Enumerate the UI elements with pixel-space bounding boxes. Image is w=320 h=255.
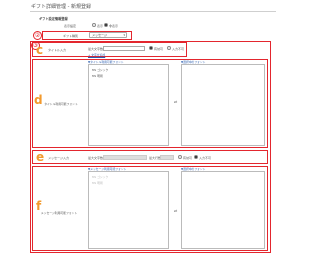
- message-input-label: メッセージ入力: [48, 156, 69, 160]
- message-max-chars-input[interactable]: [103, 155, 147, 160]
- list-item[interactable]: MS 明朝: [92, 181, 103, 185]
- message-max-chars-label: 最大文字数: [88, 156, 104, 160]
- title-disabled-radio[interactable]: [167, 46, 171, 50]
- list-item[interactable]: MS 明朝: [92, 74, 103, 78]
- message-font-caption: メッセージ利用可能フォント: [40, 211, 78, 215]
- message-font-selected-list[interactable]: [181, 171, 265, 249]
- page-title: ギフト詳細管理 - 新規登録: [31, 4, 91, 10]
- gift-type-label: ギフト種別: [63, 34, 79, 38]
- title-font-available-list[interactable]: MS ゴシック MS 明朝: [88, 64, 169, 146]
- list-item[interactable]: MS ゴシック: [92, 175, 108, 179]
- message-font-move-arrow-icon[interactable]: ⇌: [174, 208, 177, 213]
- list-item[interactable]: MS ゴシック: [92, 68, 108, 72]
- title-enabled-radio[interactable]: [149, 46, 153, 50]
- display-setting-hide-label: 非表示: [109, 24, 119, 28]
- title-font-selected-list[interactable]: [181, 64, 265, 146]
- section-title: ギフト設定情報登録: [39, 17, 68, 21]
- title-add-link[interactable]: + 文字を追加: [88, 53, 105, 57]
- header-divider: [30, 11, 276, 12]
- message-disabled-radio[interactable]: [194, 155, 198, 159]
- message-disabled-label: 入力不可: [199, 156, 212, 160]
- gift-type-select[interactable]: メッセージ ▾: [89, 32, 127, 38]
- gift-type-value: メッセージ: [92, 33, 107, 37]
- annotation-2: ②: [33, 31, 42, 40]
- message-max-lines-input[interactable]: [160, 155, 174, 160]
- annotation-e: e: [36, 150, 45, 164]
- display-setting-show-radio[interactable]: [92, 23, 96, 27]
- message-enabled-radio[interactable]: [178, 155, 182, 159]
- title-enabled-label: 有効可: [154, 47, 164, 51]
- display-setting-show-label: 表示: [97, 24, 104, 28]
- display-setting-label: 表示設定: [64, 24, 77, 28]
- chevron-down-icon: ▾: [123, 33, 125, 37]
- title-max-chars-input[interactable]: [103, 46, 145, 51]
- title-disabled-label: 入力不可: [172, 47, 185, 51]
- title-max-chars-label: 最大文字数: [88, 47, 104, 51]
- display-setting-hide-radio[interactable]: [104, 23, 108, 27]
- title-font-move-arrow-icon[interactable]: ⇌: [174, 99, 177, 104]
- title-font-caption: タイトル利用可能フォント: [44, 102, 78, 106]
- annotation-c: c: [36, 43, 44, 57]
- message-enabled-label: 有効可: [183, 156, 193, 160]
- title-input-label: タイトル入力: [48, 48, 67, 52]
- message-font-available-list[interactable]: MS ゴシック MS 明朝: [88, 171, 169, 249]
